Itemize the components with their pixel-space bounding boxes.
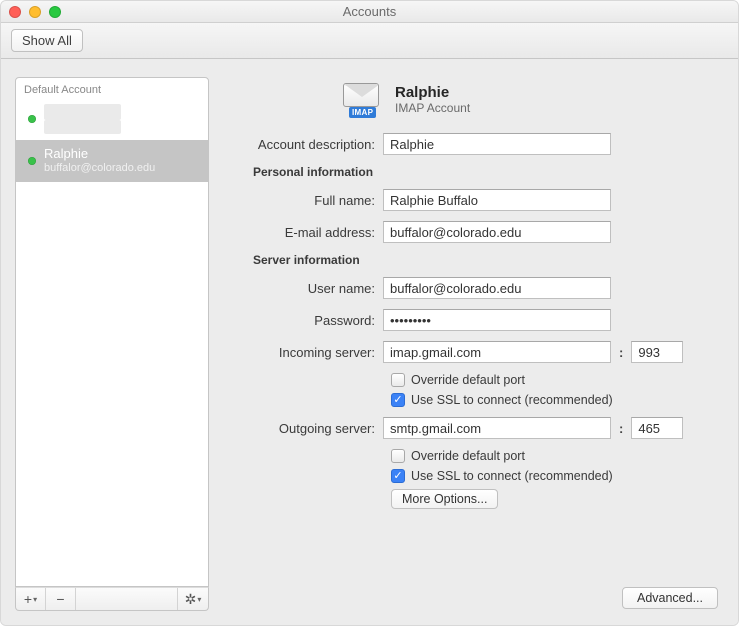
outgoing-override-port-checkbox[interactable] bbox=[391, 449, 405, 463]
account-item-sub: buffalor@colorado.edu bbox=[44, 162, 155, 176]
sidebar: Default Account ——— ——————— Ralphie buff… bbox=[15, 77, 209, 611]
outgoing-port-field[interactable] bbox=[631, 417, 683, 439]
incoming-use-ssl-checkbox[interactable] bbox=[391, 393, 405, 407]
status-dot-icon bbox=[28, 115, 36, 123]
sidebar-section-label: Default Account bbox=[16, 78, 208, 98]
account-item-name: Ralphie bbox=[44, 146, 155, 162]
account-form: Account description: Personal informatio… bbox=[223, 133, 724, 509]
label-use-ssl: Use SSL to connect (recommended) bbox=[411, 469, 613, 483]
content-area: Default Account ——— ——————— Ralphie buff… bbox=[1, 59, 738, 625]
label-user-name: User name: bbox=[223, 281, 383, 296]
plus-icon: + bbox=[24, 591, 32, 607]
remove-account-button[interactable]: − bbox=[46, 588, 76, 610]
account-item-sub: ——————— bbox=[44, 120, 121, 134]
account-item-name: ——— bbox=[44, 104, 121, 120]
titlebar: Accounts bbox=[1, 1, 738, 23]
label-outgoing-server: Outgoing server: bbox=[223, 421, 383, 436]
sidebar-footer-spacer bbox=[76, 588, 178, 610]
user-name-field[interactable] bbox=[383, 277, 611, 299]
label-email: E-mail address: bbox=[223, 225, 383, 240]
label-full-name: Full name: bbox=[223, 193, 383, 208]
show-all-button[interactable]: Show All bbox=[11, 29, 83, 52]
email-field[interactable] bbox=[383, 221, 611, 243]
label-override-port: Override default port bbox=[411, 449, 525, 463]
outgoing-use-ssl-checkbox[interactable] bbox=[391, 469, 405, 483]
account-actions-button[interactable]: ✲▾ bbox=[178, 588, 208, 610]
accounts-window: Accounts Show All Default Account ——— ——… bbox=[0, 0, 739, 626]
label-use-ssl: Use SSL to connect (recommended) bbox=[411, 393, 613, 407]
full-name-field[interactable] bbox=[383, 189, 611, 211]
account-type-label: IMAP Account bbox=[395, 101, 470, 115]
status-dot-icon bbox=[28, 157, 36, 165]
minimize-window-button[interactable] bbox=[29, 6, 41, 18]
label-override-port: Override default port bbox=[411, 373, 525, 387]
close-window-button[interactable] bbox=[9, 6, 21, 18]
window-controls bbox=[9, 6, 61, 18]
add-account-button[interactable]: +▾ bbox=[16, 588, 46, 610]
label-incoming-server: Incoming server: bbox=[223, 345, 383, 360]
minus-icon: − bbox=[56, 591, 64, 607]
incoming-port-field[interactable] bbox=[631, 341, 683, 363]
incoming-override-port-checkbox[interactable] bbox=[391, 373, 405, 387]
label-account-description: Account description: bbox=[223, 137, 383, 152]
more-options-button[interactable]: More Options... bbox=[391, 489, 498, 509]
gear-icon: ✲ bbox=[185, 591, 197, 608]
section-personal-info: Personal information bbox=[253, 165, 724, 179]
zoom-window-button[interactable] bbox=[49, 6, 61, 18]
account-detail-panel: IMAP Ralphie IMAP Account Account descri… bbox=[223, 77, 724, 611]
window-title: Accounts bbox=[343, 4, 396, 19]
chevron-down-icon: ▾ bbox=[33, 595, 37, 604]
port-separator: : bbox=[617, 345, 625, 360]
account-name-heading: Ralphie bbox=[395, 84, 470, 101]
account-list-item-selected[interactable]: Ralphie buffalor@colorado.edu bbox=[16, 140, 208, 182]
password-field[interactable] bbox=[383, 309, 611, 331]
section-server-info: Server information bbox=[253, 253, 724, 267]
outgoing-server-field[interactable] bbox=[383, 417, 611, 439]
mail-imap-icon: IMAP bbox=[343, 83, 383, 115]
account-header: IMAP Ralphie IMAP Account bbox=[223, 77, 724, 119]
chevron-down-icon: ▾ bbox=[197, 595, 201, 604]
incoming-server-field[interactable] bbox=[383, 341, 611, 363]
toolbar: Show All bbox=[1, 23, 738, 59]
port-separator: : bbox=[617, 421, 625, 436]
label-password: Password: bbox=[223, 313, 383, 328]
advanced-button[interactable]: Advanced... bbox=[622, 587, 718, 609]
sidebar-footer: +▾ − ✲▾ bbox=[15, 587, 209, 611]
account-list-item[interactable]: ——— ——————— bbox=[16, 98, 208, 140]
imap-badge: IMAP bbox=[349, 107, 376, 118]
account-description-field[interactable] bbox=[383, 133, 611, 155]
